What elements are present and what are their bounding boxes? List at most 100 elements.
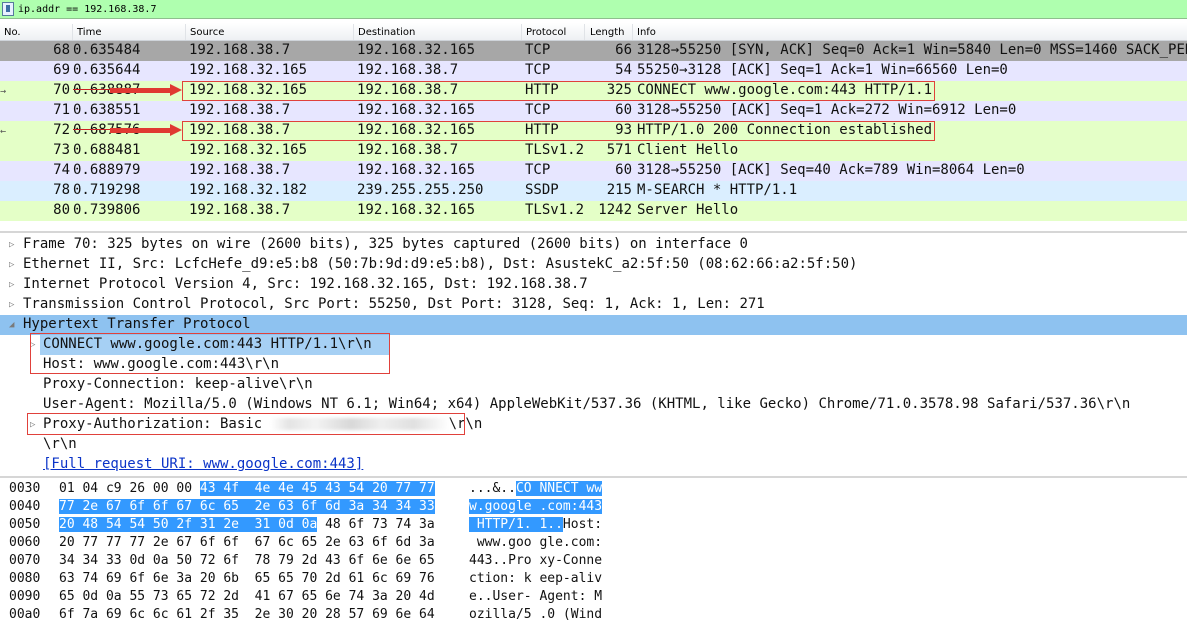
expand-arrow-icon[interactable]: ▷: [30, 420, 35, 430]
expand-arrow-icon[interactable]: ▷: [9, 300, 14, 310]
packet-row[interactable]: → 70 0.638887 192.168.32.165 192.168.38.7 HTT…: [0, 81, 1187, 101]
column-separator[interactable]: [632, 24, 633, 40]
full-request-uri-link[interactable]: [Full request URI: www.google.com:443]: [43, 456, 363, 472]
packet-info: HTTP/1.0 200 Connection established: [637, 122, 933, 138]
byte-offset: 0030: [9, 481, 41, 496]
packet-info: 3128→55250 [SYN, ACK] Seq=0 Ack=1 Win=58…: [637, 42, 1187, 58]
hex-bytes: 65 0d 0a 55 73 65 72 2d 41 67 65 6e 74 3…: [59, 589, 435, 604]
display-filter-input[interactable]: [18, 1, 1178, 17]
bytes-row[interactable]: 0060 20 77 77 77 2e 67 6f 6f 67 6c 65 2e …: [0, 534, 1187, 552]
packet-length: 325: [606, 82, 632, 98]
ascii-text: www.goo gle.com:: [469, 535, 603, 550]
packet-row[interactable]: 69 0.635644 192.168.32.165 192.168.38.7 TCP 5…: [0, 61, 1187, 81]
hex-bytes: 20 77 77 77 2e 67 6f 6f 67 6c 65 2e 63 6…: [59, 535, 435, 550]
column-separator[interactable]: [185, 24, 186, 40]
hex-dump: 01 04 c9 26 00 00 43 4f 4e 4e 45 43 54 2…: [59, 481, 435, 496]
bytes-row[interactable]: 0070 34 34 33 0d 0a 50 72 6f 78 79 2d 43 …: [0, 552, 1187, 570]
packet-row[interactable]: 78 0.719298 192.168.32.182 239.255.255.250 S…: [0, 181, 1187, 201]
expand-arrow-icon[interactable]: ▷: [9, 280, 14, 290]
packet-info: Server Hello: [637, 202, 739, 218]
detail-tree-label: Proxy-Connection: keep-alive\r\n: [43, 376, 313, 392]
column-separator[interactable]: [353, 24, 354, 40]
expand-arrow-icon[interactable]: ▷: [30, 340, 35, 350]
ascii-dump: ction: k eep-aliv: [469, 571, 602, 586]
column-header-info[interactable]: Info: [637, 27, 656, 38]
detail-tree-label: Internet Protocol Version 4, Src: 192.16…: [23, 276, 588, 292]
ascii-text: Host:: [562, 517, 603, 532]
packet-row[interactable]: 80 0.739806 192.168.38.7 192.168.32.165 TLSv…: [0, 201, 1187, 221]
column-separator[interactable]: [72, 24, 73, 40]
packet-length: 54: [615, 62, 632, 78]
detail-tree-label: Frame 70: 325 bytes on wire (2600 bits),…: [23, 236, 748, 252]
detail-tree-label: Host: www.google.com:443\r\n: [43, 356, 280, 372]
hex-bytes-selected: 43 4f 4e 4e 45 43 54 20 77 77: [199, 481, 435, 496]
packet-info: 55250→3128 [ACK] Seq=1 Ack=1 Win=66560 L…: [637, 62, 1008, 78]
column-header-protocol[interactable]: Protocol: [526, 27, 566, 38]
detail-tree-item[interactable]: Proxy-Connection: keep-alive\r\n: [0, 375, 1187, 395]
packet-info: CONNECT www.google.com:443 HTTP/1.1: [637, 82, 933, 98]
detail-tree-item[interactable]: User-Agent: Mozilla/5.0 (Windows NT 6.1;…: [0, 395, 1187, 415]
packet-row[interactable]: 74 0.688979 192.168.38.7 192.168.32.165 TCP 6…: [0, 161, 1187, 181]
column-header-source[interactable]: Source: [190, 27, 224, 38]
detail-tree-item[interactable]: Host: www.google.com:443\r\n: [0, 355, 1187, 375]
expand-arrow-icon[interactable]: ▷: [9, 260, 14, 270]
column-header-length[interactable]: Length: [590, 27, 625, 38]
column-separator[interactable]: [584, 24, 585, 40]
detail-tree-item[interactable]: ▷ CONNECT www.google.com:443 HTTP/1.1\r\n: [30, 335, 390, 355]
column-separator[interactable]: [521, 24, 522, 40]
ascii-text: ction: k eep-aliv: [469, 571, 603, 586]
detail-tree-item[interactable]: ▷ Ethernet II, Src: LcfcHefe_d9:e5:b8 (50…: [0, 255, 1187, 275]
byte-offset: 00a0: [9, 607, 41, 622]
bytes-row[interactable]: 00a0 6f 7a 69 6c 6c 61 2f 35 2e 30 20 28 …: [0, 606, 1187, 624]
bytes-row[interactable]: 0080 63 74 69 6f 6e 3a 20 6b 65 65 70 2d …: [0, 570, 1187, 588]
detail-tree-item[interactable]: [Full request URI: www.google.com:443]: [0, 455, 1187, 474]
packet-length: 571: [606, 142, 632, 158]
packet-length: 215: [606, 182, 632, 198]
hex-dump: 6f 7a 69 6c 6c 61 2f 35 2e 30 20 28 57 6…: [59, 607, 435, 622]
ascii-selected: CO NNECT ww: [515, 481, 603, 496]
packet-details-pane: ▷ Frame 70: 325 bytes on wire (2600 bits)…: [0, 231, 1187, 474]
detail-tree-item[interactable]: ▷ Internet Protocol Version 4, Src: 192.1…: [0, 275, 1187, 295]
hex-dump: 65 0d 0a 55 73 65 72 2d 41 67 65 6e 74 3…: [59, 589, 435, 604]
hex-dump: 34 34 33 0d 0a 50 72 6f 78 79 2d 43 6f 6…: [59, 553, 435, 568]
bytes-row[interactable]: 0030 01 04 c9 26 00 00 43 4f 4e 4e 45 43 …: [0, 480, 1187, 498]
packet-row[interactable]: ← 72 0.687576 192.168.38.7 192.168.32.165 HTT…: [0, 121, 1187, 141]
filter-bookmark-icon[interactable]: [2, 2, 14, 16]
bytes-row[interactable]: 0050 20 48 54 54 50 2f 31 2e 31 0d 0a 48 …: [0, 516, 1187, 534]
detail-tree-label: Ethernet II, Src: LcfcHefe_d9:e5:b8 (50:…: [23, 256, 858, 272]
hex-bytes: 34 34 33 0d 0a 50 72 6f 78 79 2d 43 6f 6…: [59, 553, 435, 568]
display-filter-bar: [0, 0, 1187, 19]
hex-bytes: 6f 7a 69 6c 6c 61 2f 35 2e 30 20 28 57 6…: [59, 607, 435, 622]
detail-tree-item[interactable]: ▷ Frame 70: 325 bytes on wire (2600 bits)…: [0, 235, 1187, 255]
packet-row[interactable]: 68 0.635484 192.168.38.7 192.168.32.165 TCP 6…: [0, 41, 1187, 61]
hex-dump: 20 48 54 54 50 2f 31 2e 31 0d 0a 48 6f 7…: [59, 517, 435, 532]
column-header-destination[interactable]: Destination: [358, 27, 415, 38]
ascii-dump: 443..Pro xy-Conne: [469, 553, 602, 568]
hex-dump: 63 74 69 6f 6e 3a 20 6b 65 65 70 2d 61 6…: [59, 571, 435, 586]
packet-row[interactable]: 73 0.688481 192.168.32.165 192.168.38.7 TLSv…: [0, 141, 1187, 161]
detail-tree-item[interactable]: \r\n: [0, 435, 1187, 455]
packet-row[interactable]: 71 0.638551 192.168.38.7 192.168.32.165 TCP 6…: [0, 101, 1187, 121]
column-header-no[interactable]: No.: [4, 27, 21, 38]
collapse-arrow-icon[interactable]: ◢: [9, 320, 14, 330]
ascii-dump: w.google .com:443: [469, 499, 603, 514]
expand-arrow-icon[interactable]: ▷: [9, 240, 14, 250]
detail-tree-label: CONNECT www.google.com:443 HTTP/1.1\r\n: [43, 336, 372, 352]
hex-bytes: 63 74 69 6f 6e 3a 20 6b 65 65 70 2d 61 6…: [59, 571, 435, 586]
detail-tree-item[interactable]: ◢ Hypertext Transfer Protocol: [0, 315, 1187, 335]
detail-tree-item[interactable]: ▷ Proxy-Authorization: Basic \r\n: [0, 415, 1187, 435]
ascii-dump: ozilla/5 .0 (Wind: [469, 607, 602, 622]
packet-length: 1242: [598, 202, 632, 218]
byte-offset: 0080: [9, 571, 41, 586]
column-header-time[interactable]: Time: [77, 27, 101, 38]
redacted-credentials: [270, 418, 449, 430]
packet-list-header: No. Time Source Destination Protocol Len…: [0, 23, 1187, 41]
detail-tree-label: Transmission Control Protocol, Src Port:…: [23, 296, 765, 312]
bytes-row[interactable]: 0040 77 2e 67 6f 6f 67 6c 65 2e 63 6f 6d …: [0, 498, 1187, 516]
ascii-dump: e..User- Agent: M: [469, 589, 602, 604]
packet-info: Client Hello: [637, 142, 739, 158]
detail-tree-label: Proxy-Authorization: Basic \r\n: [43, 416, 482, 432]
detail-tree-item[interactable]: ▷ Transmission Control Protocol, Src Port…: [0, 295, 1187, 315]
bytes-row[interactable]: 0090 65 0d 0a 55 73 65 72 2d 41 67 65 6e …: [0, 588, 1187, 606]
packet-info: M-SEARCH * HTTP/1.1: [637, 182, 798, 198]
